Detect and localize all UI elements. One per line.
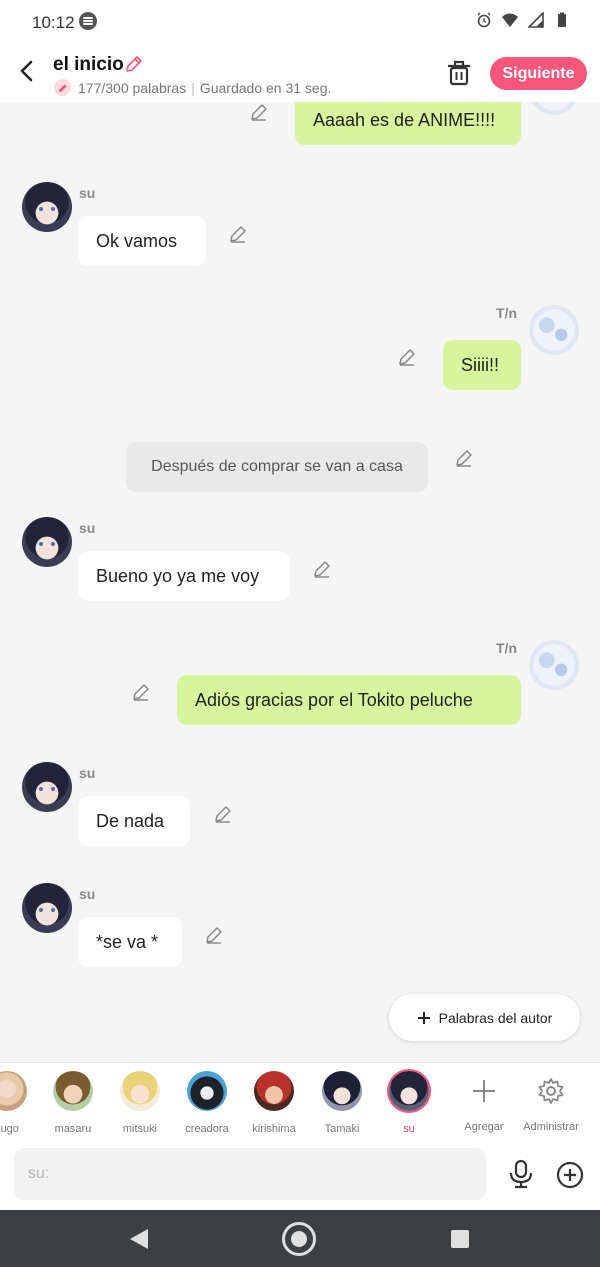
status-bar: 10:12 [0, 0, 600, 46]
wifi-icon [502, 13, 518, 27]
trash-icon[interactable] [446, 59, 472, 87]
character-avatar [0, 1071, 27, 1111]
speaker-name: su [79, 185, 96, 201]
plus-icon [417, 1011, 430, 1024]
chat-area[interactable]: Aaaah es de ANIME!!!! su Ok vamos T/n Si… [0, 102, 600, 1060]
character-mitsuki[interactable]: mitsuki [110, 1071, 170, 1135]
signal-icon [528, 12, 544, 28]
input-bar [0, 1139, 600, 1210]
speaker-name: su [79, 520, 96, 536]
add-label: Agregar [464, 1121, 504, 1133]
character-masaru[interactable]: masaru [43, 1071, 103, 1135]
speaker-name: su [79, 765, 96, 781]
character-label: su [403, 1123, 415, 1135]
alarm-icon [477, 12, 491, 28]
character-avatar [254, 1071, 294, 1111]
character-tamaki[interactable]: Tamaki [312, 1071, 372, 1135]
character-avatar [322, 1071, 362, 1111]
edit-pencil-icon[interactable] [204, 925, 224, 945]
back-arrow-icon[interactable] [14, 58, 40, 84]
edit-title-pencil-icon[interactable] [124, 54, 144, 74]
pencil-badge-icon [54, 79, 71, 96]
spotify-icon [79, 12, 97, 30]
edit-pencil-icon[interactable] [397, 347, 417, 367]
word-count: 177/300 palabras [78, 79, 187, 96]
speaker-name: su [79, 886, 96, 902]
word-count-line: 177/300 palabras | Guardado en 31 seg. [54, 79, 331, 96]
nav-home-icon[interactable] [282, 1222, 316, 1256]
story-title[interactable]: el inicio [53, 54, 124, 76]
admin-button[interactable]: Administrar [521, 1071, 581, 1133]
battery-icon [558, 12, 566, 27]
saved-status: Guardado en 31 seg. [199, 79, 332, 96]
character-label: kugo [0, 1123, 19, 1135]
character-label: mitsuki [122, 1123, 158, 1135]
character-bar[interactable]: kugo masaru mitsuki creadora kirishima T… [0, 1062, 600, 1139]
separator: | [191, 79, 195, 96]
character-creadora[interactable]: creadora [177, 1071, 237, 1135]
nav-back-icon[interactable] [128, 1227, 150, 1251]
avatar-su[interactable] [22, 883, 72, 933]
avatar-su[interactable] [22, 182, 72, 232]
message-bubble[interactable]: *se va * [78, 917, 182, 967]
avatar-tn[interactable] [529, 640, 579, 690]
nav-recents-icon[interactable] [451, 1230, 469, 1248]
message-input[interactable] [14, 1148, 486, 1200]
speaker-name: T/n [496, 305, 517, 321]
add-character-button[interactable]: Agregar [454, 1071, 514, 1133]
status-icons [476, 12, 570, 28]
character-su[interactable]: su [379, 1071, 439, 1135]
avatar-su[interactable] [22, 517, 72, 567]
next-button[interactable]: Siguiente [490, 57, 587, 90]
message-bubble[interactable]: Ok vamos [78, 216, 206, 266]
author-words-button[interactable]: Palabras del autor [389, 994, 580, 1041]
edit-pencil-icon[interactable] [131, 682, 151, 702]
edit-pencil-icon[interactable] [312, 559, 332, 579]
message-bubble[interactable]: Adiós gracias por el Tokito peluche [177, 675, 521, 725]
edit-pencil-icon[interactable] [228, 224, 248, 244]
edit-pencil-icon[interactable] [249, 102, 269, 122]
edit-pencil-icon[interactable] [213, 804, 233, 824]
character-label: masaru [54, 1123, 92, 1135]
character-avatar [389, 1071, 429, 1111]
status-time: 10:12 [32, 13, 75, 32]
microphone-icon[interactable] [508, 1159, 534, 1189]
system-nav-bar [0, 1210, 600, 1267]
message-bubble[interactable]: Bueno yo ya me voy [78, 551, 290, 601]
plus-icon [473, 1080, 495, 1102]
character-avatar [120, 1071, 160, 1111]
message-bubble[interactable]: Aaaah es de ANIME!!!! [295, 102, 521, 145]
avatar-su[interactable] [22, 762, 72, 812]
narration-bubble[interactable]: Después de comprar se van a casa [126, 442, 428, 492]
avatar-tn[interactable] [529, 305, 579, 355]
editor-header: el inicio 177/300 palabras | Guardado en… [0, 46, 600, 102]
character-kugo[interactable]: kugo [0, 1071, 37, 1135]
add-circle-icon[interactable] [556, 1161, 584, 1189]
author-words-label: Palabras del autor [438, 1009, 553, 1026]
message-bubble[interactable]: De nada [78, 796, 190, 846]
avatar-tn[interactable] [529, 102, 579, 115]
character-avatar [53, 1071, 93, 1111]
admin-label: Administrar [523, 1121, 579, 1133]
character-kirishima[interactable]: kirishima [244, 1071, 304, 1135]
message-bubble[interactable]: Siiii!! [443, 340, 521, 390]
gear-icon [538, 1078, 564, 1104]
character-avatar [187, 1071, 227, 1111]
speaker-name: T/n [496, 640, 517, 656]
character-label: kirishima [252, 1123, 296, 1135]
edit-pencil-icon[interactable] [454, 448, 474, 468]
character-label: Tamaki [324, 1123, 360, 1135]
character-label: creadora [185, 1123, 229, 1135]
